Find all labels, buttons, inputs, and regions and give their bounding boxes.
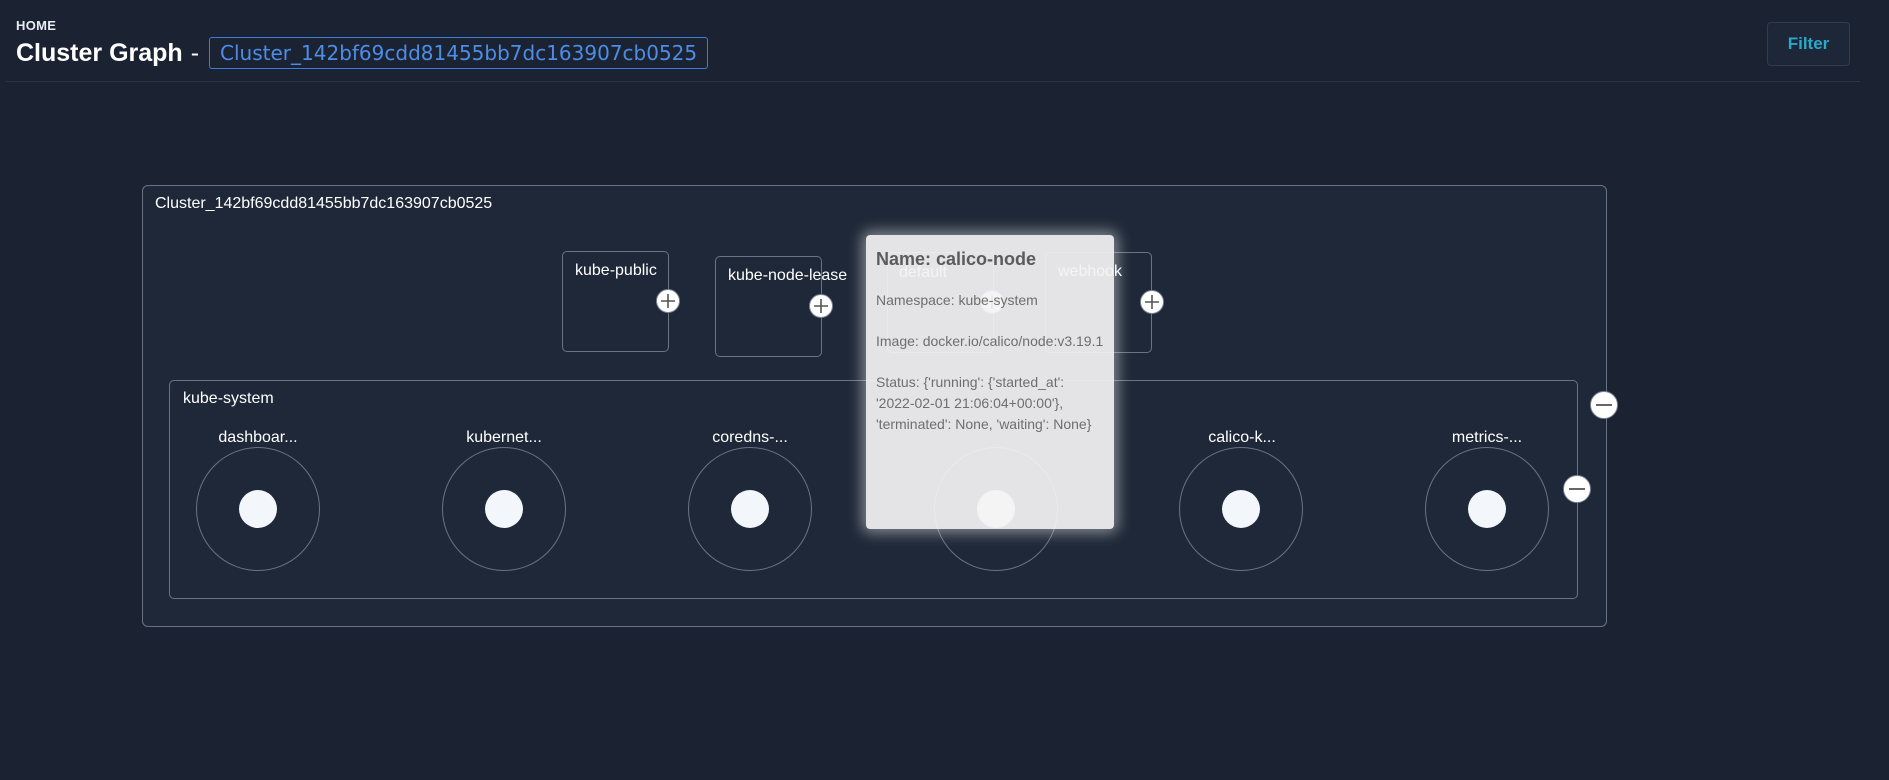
page-title: Cluster Graph bbox=[16, 38, 183, 67]
page-header: HOME Cluster Graph - Cluster_142bf69cdd8… bbox=[0, 0, 1889, 82]
pod-node[interactable] bbox=[1179, 447, 1303, 571]
pod-dot bbox=[731, 490, 769, 528]
expand-webhook-button[interactable] bbox=[1140, 290, 1164, 314]
pod-label: metrics-... bbox=[1451, 429, 1523, 446]
pod-label: kubernet... bbox=[466, 429, 542, 446]
tooltip-name: Name: calico-node bbox=[876, 249, 1037, 269]
pod-node[interactable] bbox=[688, 447, 812, 571]
pod-dot bbox=[1468, 490, 1506, 528]
filter-button[interactable]: Filter bbox=[1767, 22, 1850, 66]
plus-icon bbox=[661, 294, 675, 308]
title-separator: - bbox=[190, 38, 200, 67]
pod-label: calico-k... bbox=[1208, 429, 1276, 446]
namespace-label-kube-node-lease: kube-node-lease bbox=[728, 267, 848, 284]
cluster-name-chip[interactable]: Cluster_142bf69cdd81455bb7dc163907cb0525 bbox=[209, 37, 709, 69]
breadcrumb[interactable]: HOME bbox=[16, 18, 56, 33]
tooltip-namespace: Namespace: kube-system bbox=[876, 292, 1038, 308]
pod-node[interactable] bbox=[1425, 447, 1549, 571]
expand-kube-public-button[interactable] bbox=[656, 289, 680, 313]
pod-node[interactable] bbox=[196, 447, 320, 571]
namespace-label-kube-system: kube-system bbox=[183, 390, 274, 407]
tooltip-status: Status: {'running': {'started_at': '2022… bbox=[876, 374, 1092, 432]
tooltip-image: Image: docker.io/calico/node:v3.19.1 bbox=[876, 333, 1104, 349]
namespace-label-kube-public: kube-public bbox=[575, 262, 657, 279]
header-divider bbox=[6, 81, 1860, 82]
plus-icon bbox=[814, 299, 828, 313]
collapse-cluster-button[interactable] bbox=[1590, 391, 1618, 419]
pod-label: coredns-... bbox=[712, 429, 788, 446]
pod-dot bbox=[485, 490, 523, 528]
plus-icon bbox=[1145, 295, 1159, 309]
minus-icon bbox=[1596, 404, 1612, 406]
pod-dot bbox=[1222, 490, 1260, 528]
title-row: Cluster Graph - Cluster_142bf69cdd81455b… bbox=[16, 37, 709, 69]
cluster-label: Cluster_142bf69cdd81455bb7dc163907cb0525 bbox=[155, 195, 493, 212]
minus-icon bbox=[1569, 488, 1585, 490]
expand-kube-node-lease-button[interactable] bbox=[809, 294, 833, 318]
pod-tooltip: Name: calico-node Namespace: kube-system… bbox=[866, 235, 1114, 529]
pod-dot bbox=[239, 490, 277, 528]
collapse-kube-system-button[interactable] bbox=[1563, 475, 1591, 503]
pod-node[interactable] bbox=[442, 447, 566, 571]
pod-label: dashboar... bbox=[218, 429, 298, 446]
